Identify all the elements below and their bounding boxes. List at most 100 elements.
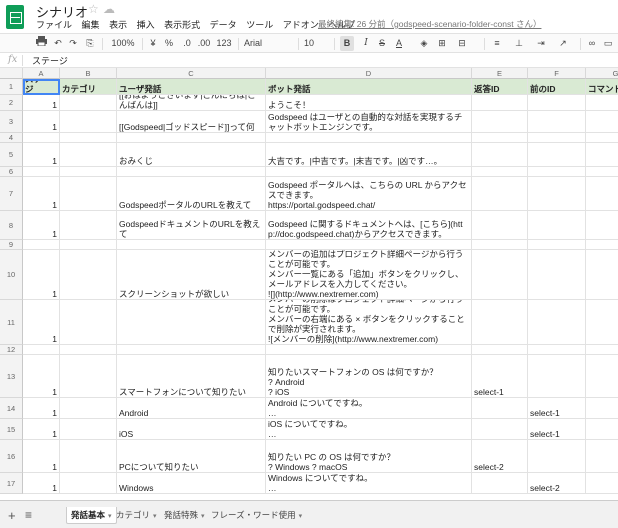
header-cell-prev[interactable]: 前のID: [528, 79, 586, 95]
decrease-decimal-button[interactable]: .0: [180, 36, 194, 51]
cell-stage[interactable]: 1: [23, 111, 60, 133]
cell-bot[interactable]: Godspeed ポータルへは、こちらの URL からアクセスできます。 htt…: [266, 177, 472, 211]
row-header[interactable]: 10: [0, 250, 23, 300]
cell-stage[interactable]: 1: [23, 177, 60, 211]
cell-prev[interactable]: [528, 111, 586, 133]
menu-file[interactable]: ファイル: [36, 20, 72, 30]
cell-user[interactable]: [[Godspeed|ゴッドスピード]]って何: [117, 111, 266, 133]
column-header-g[interactable]: G: [586, 68, 618, 79]
cell-stage[interactable]: [23, 240, 60, 250]
strikethrough-button[interactable]: S: [376, 36, 388, 51]
cell-reply[interactable]: select-1: [472, 355, 528, 398]
cell-command[interactable]: [586, 167, 618, 177]
tab-dropdown-icon[interactable]: ▾: [201, 513, 205, 520]
cell-command[interactable]: [586, 211, 618, 240]
header-cell-stage[interactable]: ステージ: [23, 79, 60, 95]
cell-bot[interactable]: 知りたい PC の OS は何ですか？ ? Windows ? macOS: [266, 440, 472, 473]
cell-user[interactable]: PCについて知りたい: [117, 440, 266, 473]
header-cell-category[interactable]: カテゴリ: [60, 79, 117, 95]
menu-data[interactable]: データ: [210, 20, 237, 30]
column-header-c[interactable]: C: [117, 68, 266, 79]
insert-link-icon[interactable]: ∞: [586, 36, 598, 51]
cell-command[interactable]: [586, 177, 618, 211]
cell-user[interactable]: GodspeedドキュメントのURLを教えて: [117, 211, 266, 240]
cell-command[interactable]: [586, 440, 618, 473]
menu-addons[interactable]: アドオン: [283, 20, 319, 30]
row-header[interactable]: 13: [0, 355, 23, 398]
text-color-button[interactable]: A: [393, 36, 405, 51]
cell-prev[interactable]: select-2: [528, 473, 586, 494]
cell-bot[interactable]: [266, 133, 472, 143]
formula-input[interactable]: ステージ: [32, 54, 68, 67]
cell-reply[interactable]: [472, 143, 528, 167]
header-cell-reply[interactable]: 返答ID: [472, 79, 528, 95]
column-header-a[interactable]: A: [23, 68, 60, 79]
cell-user[interactable]: [117, 345, 266, 355]
header-cell-user[interactable]: ユーザ発話: [117, 79, 266, 95]
cell-stage[interactable]: 1: [23, 355, 60, 398]
cell-stage[interactable]: 1: [23, 95, 60, 111]
cell-command[interactable]: [586, 111, 618, 133]
row-header[interactable]: 4: [0, 133, 23, 143]
cell-user[interactable]: [[おはようございます|こんにちは|こんばんは]]: [117, 95, 266, 111]
sheet-tab[interactable]: フレーズ・ワード使用 ▾: [207, 507, 306, 524]
cell-reply[interactable]: [472, 111, 528, 133]
menu-view[interactable]: 表示: [109, 20, 127, 30]
row-header[interactable]: 7: [0, 177, 23, 211]
cell-bot[interactable]: ようこそ！: [266, 95, 472, 111]
percent-button[interactable]: %: [164, 36, 174, 51]
font-size-select[interactable]: 10: [304, 36, 328, 51]
cell-reply[interactable]: [472, 133, 528, 143]
cell-command[interactable]: [586, 398, 618, 419]
cell-command[interactable]: [586, 473, 618, 494]
cell-prev[interactable]: [528, 133, 586, 143]
column-header-e[interactable]: E: [472, 68, 528, 79]
cell-category[interactable]: [60, 419, 117, 440]
cell-command[interactable]: [586, 419, 618, 440]
more-formats-button[interactable]: 123: [214, 36, 234, 51]
header-cell-command[interactable]: コマンド: [586, 79, 618, 95]
cell-category[interactable]: [60, 300, 117, 345]
cell-user[interactable]: [117, 167, 266, 177]
row-header[interactable]: 2: [0, 95, 23, 111]
paint-format-icon[interactable]: ⎘: [84, 36, 96, 51]
text-rotate-icon[interactable]: ↗: [556, 36, 570, 51]
header-cell-bot[interactable]: ボット発話: [266, 79, 472, 95]
font-select[interactable]: Arial: [244, 36, 294, 51]
cell-stage[interactable]: 1: [23, 250, 60, 300]
cell-reply[interactable]: select-2: [472, 440, 528, 473]
cell-user[interactable]: [117, 133, 266, 143]
cell-bot[interactable]: 知りたいスマートフォンの OS は何ですか？ ? Android ? iOS: [266, 355, 472, 398]
cell-prev[interactable]: [528, 240, 586, 250]
cell-reply[interactable]: [472, 211, 528, 240]
cell-bot[interactable]: Godspeed はユーザとの自動的な対話を実現するチャットボットエンジンです。: [266, 111, 472, 133]
cell-category[interactable]: [60, 111, 117, 133]
cell-user[interactable]: スクリーンショットが欲しい: [117, 250, 266, 300]
cell-command[interactable]: [586, 143, 618, 167]
row-header[interactable]: 14: [0, 398, 23, 419]
currency-button[interactable]: ¥: [148, 36, 158, 51]
cell-category[interactable]: [60, 143, 117, 167]
cell-user[interactable]: Android: [117, 398, 266, 419]
cell-stage[interactable]: 1: [23, 211, 60, 240]
spreadsheet-grid[interactable]: ABCDEFG1ステージカテゴリユーザ発話ボット発話返答ID前のIDコマンド21…: [0, 68, 618, 500]
cell-reply[interactable]: [472, 167, 528, 177]
select-all-corner[interactable]: [0, 68, 23, 79]
row-header[interactable]: 3: [0, 111, 23, 133]
cell-reply[interactable]: [472, 250, 528, 300]
cell-stage[interactable]: 1: [23, 300, 60, 345]
cell-stage[interactable]: 1: [23, 473, 60, 494]
increase-decimal-button[interactable]: .00: [196, 36, 212, 51]
cell-stage[interactable]: 1: [23, 398, 60, 419]
cell-reply[interactable]: [472, 300, 528, 345]
print-icon[interactable]: [34, 36, 48, 51]
move-to-folder-icon[interactable]: ☁: [103, 2, 115, 16]
cell-user[interactable]: スマートフォンについて知りたい: [117, 355, 266, 398]
cell-bot[interactable]: [266, 167, 472, 177]
cell-category[interactable]: [60, 345, 117, 355]
zoom-select[interactable]: 100%: [108, 36, 138, 51]
cell-category[interactable]: [60, 398, 117, 419]
cell-bot[interactable]: Godspeed に関するドキュメントへは、[こちら](http://doc.g…: [266, 211, 472, 240]
cell-category[interactable]: [60, 440, 117, 473]
all-sheets-button[interactable]: ≡: [25, 508, 32, 522]
